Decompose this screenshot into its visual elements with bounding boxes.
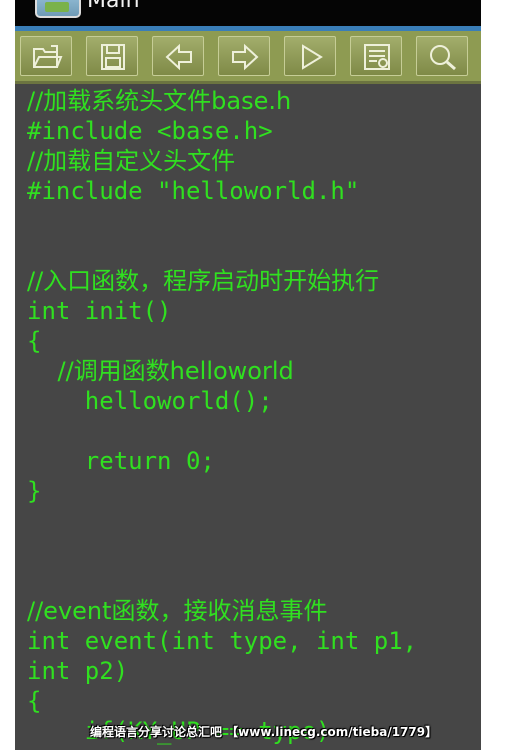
title-bar: Main [15,0,481,26]
app-title: Main [87,0,140,13]
back-button[interactable] [152,36,204,76]
code-line: { [27,687,42,715]
toolbar [15,31,481,84]
code-line: //调用函数helloworld [27,357,294,385]
code-editor[interactable]: //加载系统头文件base.h #include <base.h> //加载自定… [15,84,481,750]
open-folder-icon [33,45,63,68]
code-line: //event函数，接收消息事件 [27,597,328,625]
code-line: //入口函数，程序启动时开始执行 [27,267,380,295]
code-line: } [27,477,42,505]
save-disk-icon [101,44,125,70]
forward-button[interactable] [218,36,270,76]
search-icon [430,45,456,71]
search-button[interactable] [416,36,468,76]
save-button[interactable] [86,36,138,76]
code-line: int event(int type, int p1, [27,627,418,655]
run-button[interactable] [284,36,336,76]
code-line: helloworld(); [27,387,273,415]
code-line: int init() [27,297,172,325]
code-line: { [27,327,42,355]
code-line: #include <base.h> [27,117,273,145]
phone-screen: Main //加载系统头文件base.h #include <base.h> /… [15,0,481,750]
code-line: //加载系统头文件base.h [27,87,292,115]
document-settings-icon [364,44,390,70]
watermark: 编程语言分享讨论总汇吧 【www.linecg.com/tieba/1779】 [90,725,438,739]
settings-button[interactable] [350,36,402,76]
arrow-right-icon [232,43,259,71]
code-line: return 0; [27,447,215,475]
app-icon [35,0,81,18]
code-line: #include "helloworld.h" [27,177,360,205]
arrow-left-icon [165,43,192,71]
play-icon [302,44,323,70]
code-line: int p2) [27,657,129,685]
code-line: //加载自定义头文件 [27,147,236,175]
open-file-button[interactable] [20,36,72,76]
